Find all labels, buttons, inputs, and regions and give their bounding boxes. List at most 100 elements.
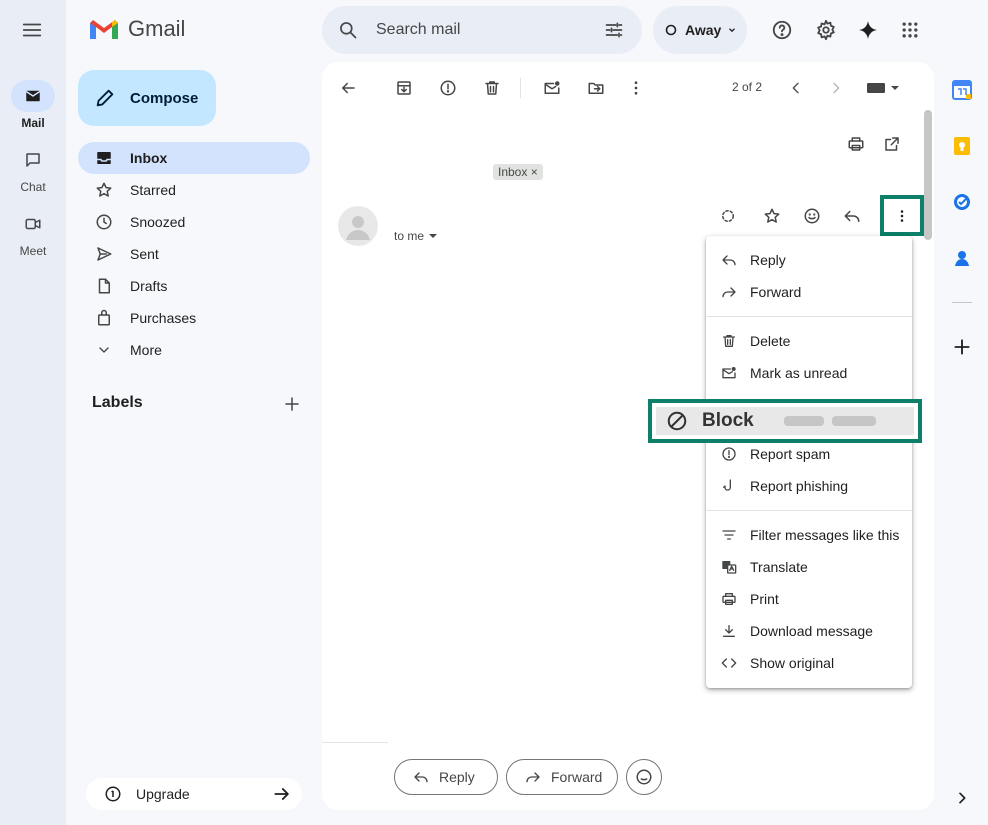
nav-item-snoozed[interactable]: Snoozed (78, 206, 310, 238)
rail-item-meet[interactable]: Meet (0, 208, 66, 258)
gemini-sparkle-icon[interactable] (854, 16, 882, 44)
menu-item-label: Filter messages like this (750, 527, 900, 543)
nav-item-inbox[interactable]: Inbox (78, 142, 310, 174)
status-selector[interactable]: Away (653, 6, 747, 54)
add-label-icon[interactable] (280, 392, 304, 416)
calendar-icon[interactable] (950, 78, 974, 102)
emoji-reply-button[interactable] (626, 759, 662, 795)
settings-gear-icon[interactable] (812, 16, 840, 44)
help-icon[interactable] (768, 16, 796, 44)
menu-item-label: Reply (750, 252, 786, 268)
search-icon[interactable] (336, 18, 360, 42)
gmail-wordmark: Gmail (128, 16, 186, 41)
gmail-logo-icon (88, 16, 120, 42)
chevron-down-icon (94, 340, 114, 360)
more-vert-icon (893, 207, 911, 225)
inbox-label-chip[interactable]: Inbox × (493, 164, 543, 180)
menu-item-reply[interactable]: Reply (706, 244, 912, 276)
translate-icon (720, 558, 738, 576)
tasks-icon[interactable] (950, 190, 974, 214)
print-icon (720, 590, 738, 608)
upgrade-label: Upgrade (136, 786, 190, 802)
back-icon[interactable] (334, 74, 362, 102)
summarize-icon[interactable] (714, 202, 742, 230)
search-bar[interactable] (322, 6, 642, 54)
search-options-icon[interactable] (602, 18, 626, 42)
block-icon (666, 410, 688, 432)
forward-icon (525, 769, 541, 785)
recipient-details[interactable]: to me (394, 229, 438, 243)
star-icon (94, 180, 114, 200)
expand-side-panel-icon[interactable] (950, 786, 974, 810)
code-icon (720, 654, 738, 672)
gmail-logo[interactable]: Gmail (88, 16, 185, 42)
contacts-icon[interactable] (950, 246, 974, 270)
delete-icon[interactable] (478, 74, 506, 102)
menu-item-print[interactable]: Print (706, 583, 912, 615)
draft-icon (94, 276, 114, 296)
chip-remove-icon[interactable]: × (531, 165, 538, 179)
right-rail-divider (952, 302, 972, 303)
reply-icon[interactable] (838, 202, 866, 230)
menu-item-mark-unread[interactable]: Mark as unread (706, 357, 912, 389)
arrow-right-icon (272, 784, 292, 804)
nav-item-starred[interactable]: Starred (78, 174, 310, 206)
forward-button-label: Forward (551, 769, 603, 785)
menu-item-report-phishing[interactable]: Report phishing (706, 470, 912, 502)
menu-item-show-original[interactable]: Show original (706, 647, 912, 679)
get-addons-plus-icon[interactable] (950, 335, 974, 359)
reply-icon (413, 769, 429, 785)
toolbar-divider (520, 78, 521, 98)
print-all-icon[interactable] (842, 130, 870, 158)
nav-item-sent[interactable]: Sent (78, 238, 310, 270)
sender-avatar[interactable] (338, 206, 378, 246)
message-more-button[interactable] (880, 195, 924, 236)
filter-icon (720, 526, 738, 544)
more-options-icon[interactable] (622, 74, 650, 102)
newer-chevron-left-icon[interactable] (782, 74, 810, 102)
meet-icon (24, 215, 42, 233)
menu-item-label: Report spam (750, 446, 831, 462)
menu-item-filter[interactable]: Filter messages like this (706, 519, 912, 551)
star-message-icon[interactable] (758, 202, 786, 230)
status-label: Away (685, 22, 722, 38)
rail-item-chat[interactable]: Chat (0, 144, 66, 194)
main-menu-icon[interactable] (18, 16, 46, 44)
input-tools-keyboard-icon[interactable] (862, 74, 902, 102)
menu-item-translate[interactable]: Translate (706, 551, 912, 583)
menu-item-delete[interactable]: Delete (706, 325, 912, 357)
nav-item-drafts[interactable]: Drafts (78, 270, 310, 302)
menu-item-label: Delete (750, 333, 791, 349)
nav-item-label: Inbox (130, 150, 168, 166)
rail-item-label: Chat (20, 180, 46, 194)
report-spam-icon[interactable] (434, 74, 462, 102)
upgrade-button[interactable]: Upgrade (86, 778, 302, 810)
menu-item-forward[interactable]: Forward (706, 276, 912, 308)
nav-item-purchases[interactable]: Purchases (78, 302, 310, 334)
apps-grid-icon[interactable] (896, 16, 924, 44)
move-to-icon[interactable] (582, 74, 610, 102)
rail-item-mail[interactable]: Mail (0, 80, 66, 130)
emoji-react-icon[interactable] (798, 202, 826, 230)
search-input[interactable] (376, 18, 586, 42)
app-rail: Mail Chat Meet (0, 0, 66, 825)
content-divider (322, 742, 388, 743)
menu-item-label: Translate (750, 559, 808, 575)
keep-icon[interactable] (950, 134, 974, 158)
open-new-window-icon[interactable] (878, 130, 906, 158)
reply-button[interactable]: Reply (394, 759, 498, 795)
archive-icon[interactable] (390, 74, 418, 102)
nav-item-more[interactable]: More (78, 334, 310, 366)
scrollbar-thumb[interactable] (924, 110, 932, 240)
menu-item-download[interactable]: Download message (706, 615, 912, 647)
blurred-sender-name (783, 416, 876, 426)
labels-heading: Labels (92, 394, 143, 411)
download-icon (720, 622, 738, 640)
forward-button[interactable]: Forward (506, 759, 618, 795)
pagination-count: 2 of 2 (732, 80, 763, 94)
mark-unread-icon[interactable] (538, 74, 566, 102)
menu-item-block[interactable]: Block (648, 399, 922, 443)
compose-button[interactable]: Compose (78, 70, 216, 126)
status-dot-icon (665, 24, 677, 36)
older-chevron-right-icon[interactable] (822, 74, 850, 102)
